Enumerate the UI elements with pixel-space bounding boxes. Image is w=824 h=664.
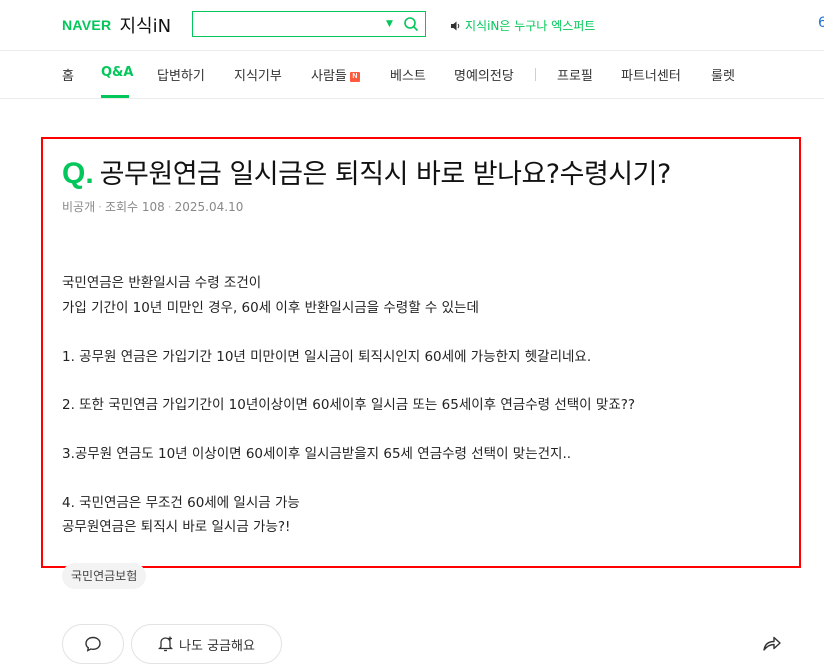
header: NAVER 지식iN ▼ 지식iN은 누구나 엑스퍼트 6 xyxy=(0,0,824,50)
new-badge: N xyxy=(349,71,360,82)
question-body-line: 가입 기간이 10년 미만인 경우, 60세 이후 반환일시금을 수령할 수 있… xyxy=(62,300,479,316)
cut-off-header-item[interactable]: 6 xyxy=(818,15,824,31)
search-icon[interactable] xyxy=(403,16,419,32)
nav-hall-of-fame[interactable]: 명예의전당 xyxy=(454,65,514,84)
nav-answer[interactable]: 답변하기 xyxy=(157,65,205,84)
comment-button[interactable] xyxy=(62,624,124,664)
question-body-line: 국민연금은 반환일시금 수령 조건이 xyxy=(62,275,262,291)
question-tag[interactable]: 국민연금보험 xyxy=(62,563,147,589)
curious-too-label: 나도 궁금해요 xyxy=(179,638,255,654)
search-dropdown-icon[interactable]: ▼ xyxy=(386,17,398,31)
question-body-line: 공무원연금은 퇴직시 바로 일시금 가능?! xyxy=(62,519,291,535)
nav-profile[interactable]: 프로필 xyxy=(557,65,593,84)
nav-people[interactable]: 사람들 N xyxy=(311,65,360,84)
question-body-line: 2. 또한 국민연금 가입기간이 10년이상이면 60세이후 일시금 또는 65… xyxy=(62,397,636,413)
speaker-icon xyxy=(451,21,460,30)
expert-slogan-link[interactable]: 지식iN은 누구나 엑스퍼트 xyxy=(450,17,595,34)
nav-home[interactable]: 홈 xyxy=(62,65,74,84)
author-name: 비공개 xyxy=(62,200,96,214)
curious-too-button[interactable]: 나도 궁금해요 xyxy=(131,624,282,664)
search-box: ▼ xyxy=(192,11,426,37)
nav-partner-center[interactable]: 파트너센터 xyxy=(621,65,681,84)
bell-plus-icon xyxy=(158,636,174,652)
nav-donate[interactable]: 지식기부 xyxy=(234,65,282,84)
question-title: Q. 공무원연금 일시금은 퇴직시 바로 받나요?수령시기? xyxy=(62,152,671,191)
slogan-text[interactable]: 지식iN은 누구나 엑스퍼트 xyxy=(465,17,595,34)
view-count: 조회수 108 xyxy=(104,200,165,214)
main-nav: 홈 Q&A 답변하기 지식기부 사람들 N 베스트 명예의전당 프로필 파트너센터… xyxy=(0,51,824,98)
comment-icon xyxy=(85,636,101,652)
naver-logo-text[interactable]: NAVER xyxy=(62,17,111,33)
search-input[interactable] xyxy=(199,15,383,35)
question-body-line: 4. 국민연금은 무조건 60세에 일시금 가능 xyxy=(62,495,300,511)
nav-roulette[interactable]: 룰렛 xyxy=(711,65,735,84)
question-body-line: 1. 공무원 연금은 가입기간 10년 미만이면 일시금이 퇴직시인지 60세에… xyxy=(62,349,592,365)
naver-kin-logo[interactable]: NAVER 지식iN xyxy=(62,13,171,37)
nav-people-label: 사람들 xyxy=(311,69,347,84)
post-date: 2025.04.10 xyxy=(174,200,244,214)
question-meta: 비공개 · 조회수 108 · 2025.04.10 xyxy=(62,200,244,214)
question-mark-label: Q. xyxy=(62,157,94,190)
kin-logo-text[interactable]: 지식iN xyxy=(119,12,171,38)
nav-divider xyxy=(0,98,824,99)
nav-separator xyxy=(535,68,536,81)
nav-qna[interactable]: Q&A xyxy=(101,65,133,80)
share-icon[interactable] xyxy=(762,634,782,652)
question-body-line: 3.공무원 연금도 10년 이상이면 60세이후 일시금받을지 65세 연금수령… xyxy=(62,446,572,462)
question-title-text: 공무원연금 일시금은 퇴직시 바로 받나요?수령시기? xyxy=(99,159,672,190)
nav-best[interactable]: 베스트 xyxy=(390,65,426,84)
